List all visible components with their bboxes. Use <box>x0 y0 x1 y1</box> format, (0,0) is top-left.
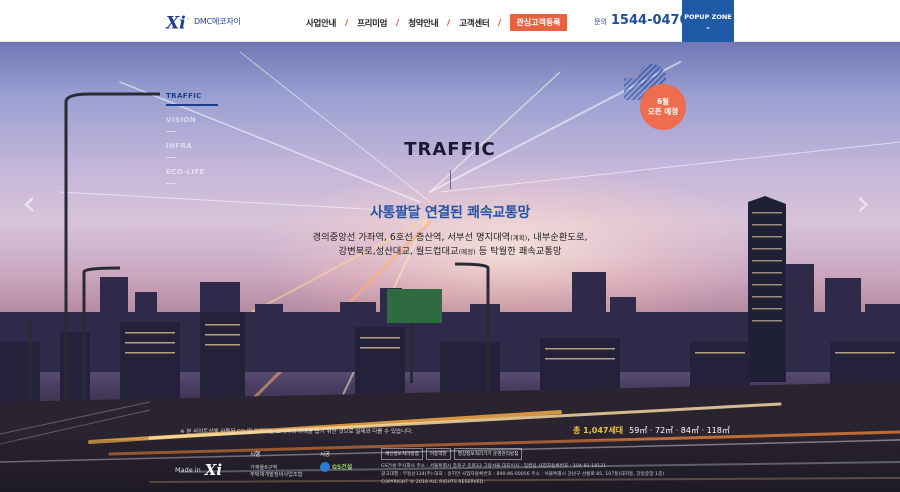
footer-links: 개인정보처리방침 이용약관 영상정보처리기기 운영관리방침 <box>381 448 523 460</box>
page: Xi◦ DMC에코자이 사업안내 프리미엄 청약안내 고객센터 관심고객등록 문… <box>0 0 900 492</box>
developer-info: 시행 가재울6구역 주택재개발정비사업조합 <box>250 452 303 479</box>
title-divider <box>450 170 451 189</box>
terms-link[interactable]: 이용약관 <box>425 448 451 460</box>
nav-divider <box>447 19 451 26</box>
cctv-policy-link[interactable]: 영상정보처리기기 운영관리방침 <box>453 448 523 460</box>
gs-circle-icon <box>320 462 330 472</box>
builder-name: GS건설 <box>332 463 353 471</box>
desc-line2: 강변북로,성산대교, 월드컵대교 <box>338 246 459 257</box>
cg-disclaimer: ※ 본 사이트상에 사용된 CG 및 이미지는 소비자의 이해를 돕기 위한 것… <box>180 429 413 435</box>
side-nav-label: VISION <box>166 116 196 124</box>
gs-logo: GS건설 <box>320 462 352 472</box>
builder-head: 시공 <box>320 452 331 458</box>
chevron-left-icon[interactable]: ‹ <box>22 186 36 222</box>
register-interest-button[interactable]: 관심고객등록 <box>510 14 567 31</box>
side-nav-eco-life[interactable]: ECO-LIFE <box>166 168 218 184</box>
desc-note2: (예정) <box>458 248 476 256</box>
side-nav-indicator <box>166 131 176 132</box>
nav-item-subscription[interactable]: 청약안내 <box>408 17 438 29</box>
popup-zone-button[interactable]: POPUP ZONE ⌄ <box>682 0 734 42</box>
phone-number: 1544-0470 <box>610 13 689 28</box>
hero-section <box>0 42 900 492</box>
developer-line2: 주택재개발정비사업조합 <box>250 472 303 478</box>
logo-text: DMC에코자이 <box>193 17 241 27</box>
hero-subtitle: 사통팔달 연결된 쾌속교통망 <box>369 205 531 221</box>
badge-month: 6월 <box>656 97 670 106</box>
popup-zone-label: POPUP ZONE <box>684 13 732 21</box>
side-nav-indicator <box>166 104 218 106</box>
nav-divider <box>395 19 400 26</box>
opening-badge: 6월 오픈 예정 <box>640 84 686 130</box>
side-nav-indicator <box>166 183 176 184</box>
unit-info: 총 1,047세대 59㎡ · 72㎡ · 84㎡ · 118㎡ <box>573 425 730 436</box>
desc-line1-end: , 내부순환도로, <box>527 232 588 243</box>
side-nav-label: TRAFFIC <box>166 92 202 100</box>
city-skyline-image <box>0 51 900 492</box>
developer-head: 시행 <box>250 452 261 458</box>
desc-line1: 경의중앙선 가좌역, 6호선 증산역, 서부선 명지대역 <box>312 232 511 243</box>
side-nav-traffic[interactable]: TRAFFIC <box>166 92 218 106</box>
chevron-right-icon[interactable]: › <box>856 186 870 222</box>
company-info-line1: GS건설 주식회사 주소 : 서울특별시 종로구 종로33 그랑서울 대표이사 … <box>381 464 607 469</box>
main-nav: 사업안내 프리미엄 청약안내 고객센터 관심고객등록 <box>306 14 567 31</box>
builder-info: 시공 GS건설 <box>320 452 352 472</box>
nav-divider <box>498 19 502 26</box>
company-info-line2: 광고대행 : 부동산114(주) 대표 : 윤지만 사업자등록번호 : 890-… <box>381 472 665 477</box>
hero-title: TRAFFIC <box>404 139 496 160</box>
nav-item-premium[interactable]: 프리미엄 <box>357 17 387 29</box>
copyright: COPYRIGHT © 2018 ALL RIGHTS RESERVED. <box>381 480 485 485</box>
badge-text: 오픈 예정 <box>647 107 679 116</box>
developer-line1: 가재울6구역 <box>250 465 278 471</box>
made-in-label: Made in <box>175 466 201 474</box>
site-logo[interactable]: Xi◦ DMC에코자이 <box>166 11 241 33</box>
total-units: 총 1,047세대 <box>573 426 624 435</box>
side-nav-label: ECO-LIFE <box>166 168 205 176</box>
made-in-xi: Made in Xi <box>175 461 222 479</box>
side-nav-vision[interactable]: VISION <box>166 116 218 132</box>
nav-divider <box>344 19 349 26</box>
xi-logo-mark: Xi◦ <box>166 13 191 34</box>
desc-line2-end: 등 탁월한 쾌속교통망 <box>475 246 562 257</box>
phone-label: 문의 <box>594 18 607 26</box>
site-header: Xi◦ DMC에코자이 사업안내 프리미엄 청약안내 고객센터 관심고객등록 문… <box>0 0 900 42</box>
hero-description: 경의중앙선 가좌역, 6호선 증산역, 서부선 명지대역(계획), 내부순환도로… <box>0 231 900 259</box>
nav-item-business[interactable]: 사업안내 <box>306 17 336 29</box>
unit-sizes: 59㎡ · 72㎡ · 84㎡ · 118㎡ <box>629 426 730 435</box>
privacy-policy-link[interactable]: 개인정보처리방침 <box>381 448 423 460</box>
phone-contact[interactable]: 문의 1544-0470 <box>594 13 689 28</box>
xi-logo-mark: Xi <box>204 461 223 479</box>
company-info: GS건설 주식회사 주소 : 서울특별시 종로구 종로33 그랑서울 대표이사 … <box>381 463 681 487</box>
desc-note: (계획) <box>510 234 528 242</box>
chevron-down-icon: ⌄ <box>704 22 712 31</box>
nav-item-customer-center[interactable]: 고객센터 <box>459 17 489 29</box>
